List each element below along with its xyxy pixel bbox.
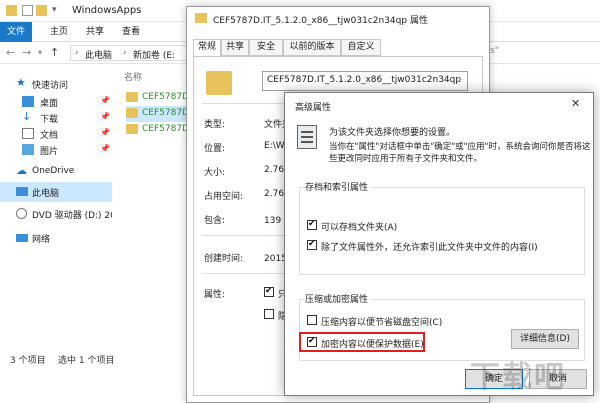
encrypt-option-label: 加密内容以便保护数据(E) [321,340,424,350]
description-line-1: 当你在"属性"对话框中单击"确定"或"应用"时，系统会询问你是否将这 [329,142,591,152]
sidebar-item-pictures[interactable]: 图片 📌 [0,140,112,160]
sidebar-item-network[interactable]: 网络 [0,228,112,248]
address-box[interactable]: › 此电脑 › 新加卷 (E: [70,45,198,61]
folder-icon [126,108,138,118]
divider [202,235,292,236]
picture-icon [22,144,34,155]
archive-option-label: 可以存档文件夹(A) [321,223,398,233]
file-list: 名称 CEF5787D.I CEF5787D.I CEF5787D.I [112,64,196,346]
folder-icon [206,71,232,95]
tab-security[interactable]: 安全 [249,39,283,56]
dvd-icon [16,208,27,219]
breadcrumb-drive[interactable]: 新加卷 (E: [133,48,175,61]
tab-view[interactable]: 查看 [116,22,146,42]
properties-titlebar: CEF5787D.IT_5.1.2.0_x86__tjw031c2n34qp 属… [187,7,489,31]
group-title-compress-encrypt: 压缩或加密属性 [305,292,372,305]
divider [202,103,292,104]
index-option-label: 除了文件属性外，还允许索引此文件夹中文件的内容(I) [321,243,538,253]
tab-sharing[interactable]: 共享 [221,39,249,56]
status-item-count: 3 个项目 [10,356,46,366]
prop-label-size-on-disk: 占用空间: [204,192,244,202]
sidebar-item-label: OneDrive [32,166,75,176]
index-checkbox[interactable] [307,239,317,250]
download-icon: ↓ [22,110,32,123]
group-title-archive-index: 存档和索引属性 [305,180,372,193]
intro-text: 为该文件夹选择你想要的设置。 [329,128,456,138]
prop-label-type: 类型: [204,120,226,130]
encrypt-checkbox[interactable] [307,336,317,347]
pin-icon[interactable]: 📌 [100,128,110,137]
sidebar-item-label: 此电脑 [32,189,60,199]
icon-line [301,141,313,143]
back-arrow-icon[interactable]: ← [6,46,15,59]
sidebar-item-label: 图片 [40,147,59,157]
folder-icon [126,124,138,134]
dialog-title: 高级属性 [295,103,332,113]
prop-label-contains: 包含: [204,216,226,226]
pin-icon[interactable]: 📌 [100,112,110,121]
status-selected-count: 选中 1 个项目 [58,356,115,366]
sidebar-item-onedrive[interactable]: ☁ OneDrive [0,162,112,182]
settings-document-icon [297,125,317,149]
tab-home[interactable]: 主页 [44,22,74,42]
prop-label-location: 位置: [204,144,226,154]
properties-icon[interactable] [22,5,33,16]
tab-customize[interactable]: 自定义 [341,39,381,56]
folder-icon [126,92,138,102]
folder-icon [195,13,207,23]
column-header-name[interactable]: 名称 [124,70,142,83]
properties-title: CEF5787D.IT_5.1.2.0_x86__tjw031c2n34qp 属… [213,16,428,26]
new-folder-icon[interactable] [36,5,47,16]
hidden-checkbox[interactable] [264,309,274,319]
cloud-icon: ☁ [16,164,27,177]
advanced-attributes-dialog: 高级属性 ✕ 为该文件夹选择你想要的设置。 当你在"属性"对话框中单击"确定"或… [284,92,594,396]
sidebar-item-label: DVD 驱动器 (D:) 20 [32,211,116,221]
description-line-2: 些更改同时应用于所有子文件夹和文件。 [329,154,483,164]
details-button[interactable]: 详细信息(D) [511,329,579,349]
tab-general[interactable]: 常规 [193,39,221,57]
tab-share[interactable]: 共享 [80,22,110,42]
forward-arrow-icon[interactable]: → [22,46,31,59]
search-box-hint[interactable]: s" [490,46,499,56]
navigation-pane: ★ 快速访问 桌面 📌 ↓ 下载 📌 文档 📌 图片 📌 ☁ OneDrive [0,64,116,346]
recent-chevron-icon[interactable]: ▾ [38,48,42,57]
tab-previous-versions[interactable]: 以前的版本 [283,39,341,56]
pin-icon[interactable]: 📌 [100,96,110,105]
document-icon [22,128,34,139]
sidebar-item-quick-access[interactable]: ★ 快速访问 [0,74,112,94]
compress-checkbox[interactable] [307,315,317,325]
prop-label-created: 创建时间: [204,254,244,264]
computer-icon [16,187,28,196]
archive-checkbox[interactable] [307,219,317,230]
readonly-checkbox[interactable] [264,286,274,297]
compress-option-label: 压缩内容以便节省磁盘空间(C) [321,318,443,328]
pin-icon[interactable]: 📌 [100,144,110,153]
star-icon: ★ [16,76,26,89]
desktop-icon [22,96,34,107]
close-icon[interactable]: ✕ [571,97,580,110]
watermark-logo: 下载吧 [470,360,566,395]
prop-label-attributes: 属性: [204,290,226,300]
sidebar-item-this-pc[interactable]: 此电脑 [0,182,112,202]
icon-line [301,136,313,138]
tab-file[interactable]: 文件 [0,22,32,42]
breadcrumb-this-pc[interactable]: 此电脑 [85,48,112,61]
divider [202,273,292,274]
prop-label-size: 大小: [204,168,226,178]
folder-name-field[interactable]: CEF5787D.IT_5.1.2.0_x86__tjw031c2n34qp [262,71,468,91]
breadcrumb-separator: › [123,48,127,58]
sidebar-item-label: 网络 [32,235,51,245]
folder-icon [6,5,17,16]
breadcrumb-separator: › [75,48,79,58]
up-arrow-icon[interactable]: ↑ [50,46,59,59]
sidebar-item-dvd-drive[interactable]: DVD 驱动器 (D:) 20 [0,204,116,224]
sidebar-item-label: 快速访问 [32,81,69,91]
quick-access-toolbar-chevron-icon[interactable]: ▾ [52,5,57,15]
window-title: WindowsApps [72,5,142,16]
icon-line [301,131,313,133]
network-icon [16,234,28,242]
